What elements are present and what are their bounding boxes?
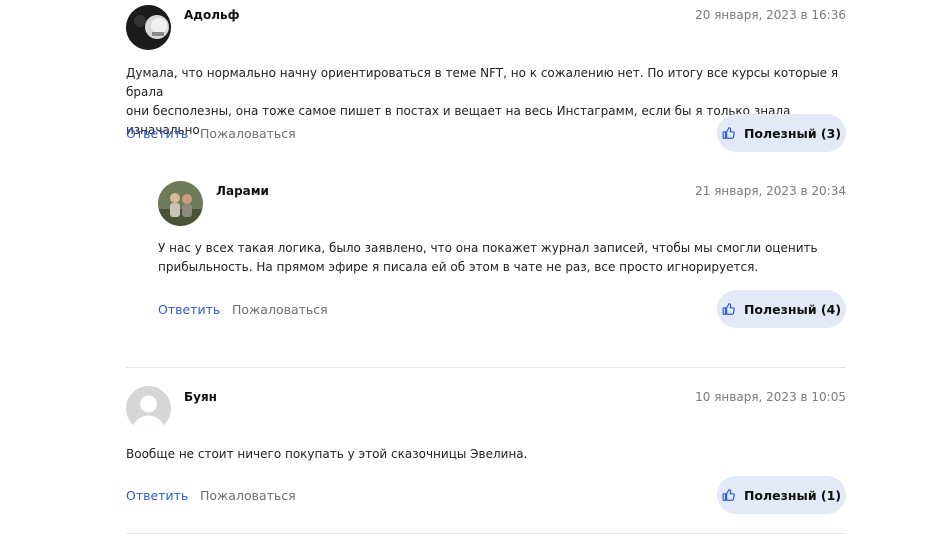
avatar[interactable] xyxy=(126,5,171,50)
reply-button[interactable]: Ответить xyxy=(126,488,188,503)
author-name[interactable]: Адольф xyxy=(184,8,240,22)
useful-button[interactable]: Полезный (1) xyxy=(717,476,846,514)
comment-larami: Ларами 21 января, 2023 в 20:34 У нас у в… xyxy=(0,170,951,340)
comment-text-line: Вообще не стоит ничего покупать у этой с… xyxy=(126,447,528,461)
useful-label: Полезный (4) xyxy=(743,301,842,317)
comment-divider xyxy=(126,367,846,368)
reply-button[interactable]: Ответить xyxy=(158,302,220,317)
author-name[interactable]: Буян xyxy=(184,390,217,404)
avatar[interactable] xyxy=(126,386,171,431)
comment-text-line: прибыльность. На прямом эфире я писала е… xyxy=(158,260,759,274)
comment-date: 10 января, 2023 в 10:05 xyxy=(695,390,846,404)
useful-button[interactable]: Полезный (4) xyxy=(717,290,846,328)
useful-label: Полезный (3) xyxy=(743,125,842,141)
useful-button[interactable]: Полезный (3) xyxy=(717,114,846,152)
report-button[interactable]: Пожаловаться xyxy=(200,488,296,503)
user-silhouette-icon xyxy=(126,386,171,431)
comment-text: У нас у всех такая логика, было заявлено… xyxy=(158,239,858,277)
reply-button[interactable]: Ответить xyxy=(126,126,188,141)
thumbs-up-icon xyxy=(722,489,735,501)
avatar-photo-icon xyxy=(158,181,203,226)
comment-text-line: У нас у всех такая логика, было заявлено… xyxy=(158,241,818,255)
comment-text: Вообще не стоит ничего покупать у этой с… xyxy=(126,445,846,464)
comment-date: 20 января, 2023 в 16:36 xyxy=(695,8,846,22)
comment-buyan: Буян 10 января, 2023 в 10:05 Вообще не с… xyxy=(0,376,951,526)
thumbs-up-icon xyxy=(722,127,735,139)
comment-text-line: Думала, что нормально начну ориентироват… xyxy=(126,66,839,99)
report-button[interactable]: Пожаловаться xyxy=(200,126,296,141)
avatar[interactable] xyxy=(158,181,203,226)
comment-adolf: Адольф 20 января, 2023 в 16:36 Думала, ч… xyxy=(0,0,951,160)
report-button[interactable]: Пожаловаться xyxy=(232,302,328,317)
useful-label: Полезный (1) xyxy=(743,487,842,503)
avatar-photo-icon xyxy=(126,5,171,50)
comment-date: 21 января, 2023 в 20:34 xyxy=(695,184,846,198)
thumbs-up-icon xyxy=(722,303,735,315)
comment-divider xyxy=(126,533,846,534)
author-name[interactable]: Ларами xyxy=(216,184,269,198)
